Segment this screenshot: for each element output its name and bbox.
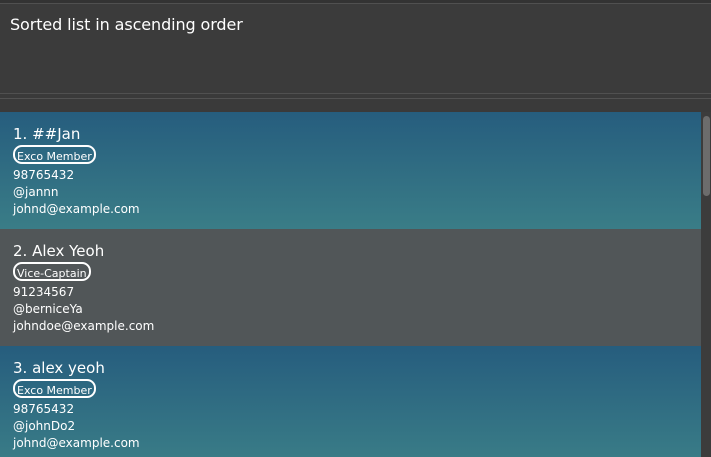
person-tag: Exco Member — [13, 145, 96, 164]
list-scrollbar[interactable] — [701, 112, 711, 457]
person-card[interactable]: 2. Alex Yeoh Vice-Captain 91234567 @bern… — [0, 229, 701, 346]
person-list[interactable]: 1. ##Jan Exco Member 98765432 @jannn joh… — [0, 112, 711, 457]
person-handle: @johnDo2 — [13, 419, 76, 433]
person-phone: 98765432 — [13, 402, 75, 416]
person-name: 1. ##Jan — [13, 125, 81, 143]
person-handle: @berniceYa — [13, 302, 83, 316]
divider-line — [0, 98, 711, 99]
result-message: Sorted list in ascending order — [10, 15, 243, 34]
person-phone: 98765432 — [13, 168, 75, 182]
person-email: johnd@example.com — [13, 436, 140, 450]
divider — [0, 94, 711, 112]
person-handle: @jannn — [13, 185, 59, 199]
person-name: 3. alex yeoh — [13, 359, 105, 377]
person-tag: Exco Member — [13, 379, 96, 398]
scrollbar-thumb[interactable] — [703, 116, 710, 196]
person-email: johnd@example.com — [13, 202, 140, 216]
person-email: johndoe@example.com — [13, 319, 155, 333]
result-display[interactable]: Sorted list in ascending order — [0, 3, 711, 94]
person-card[interactable]: 3. alex yeoh Exco Member 98765432 @johnD… — [0, 346, 701, 457]
person-phone: 91234567 — [13, 285, 75, 299]
person-card[interactable]: 1. ##Jan Exco Member 98765432 @jannn joh… — [0, 112, 701, 229]
app-window: Sorted list in ascending order 1. ##Jan … — [0, 0, 711, 457]
person-tag: Vice-Captain — [13, 262, 91, 281]
person-name: 2. Alex Yeoh — [13, 242, 105, 260]
